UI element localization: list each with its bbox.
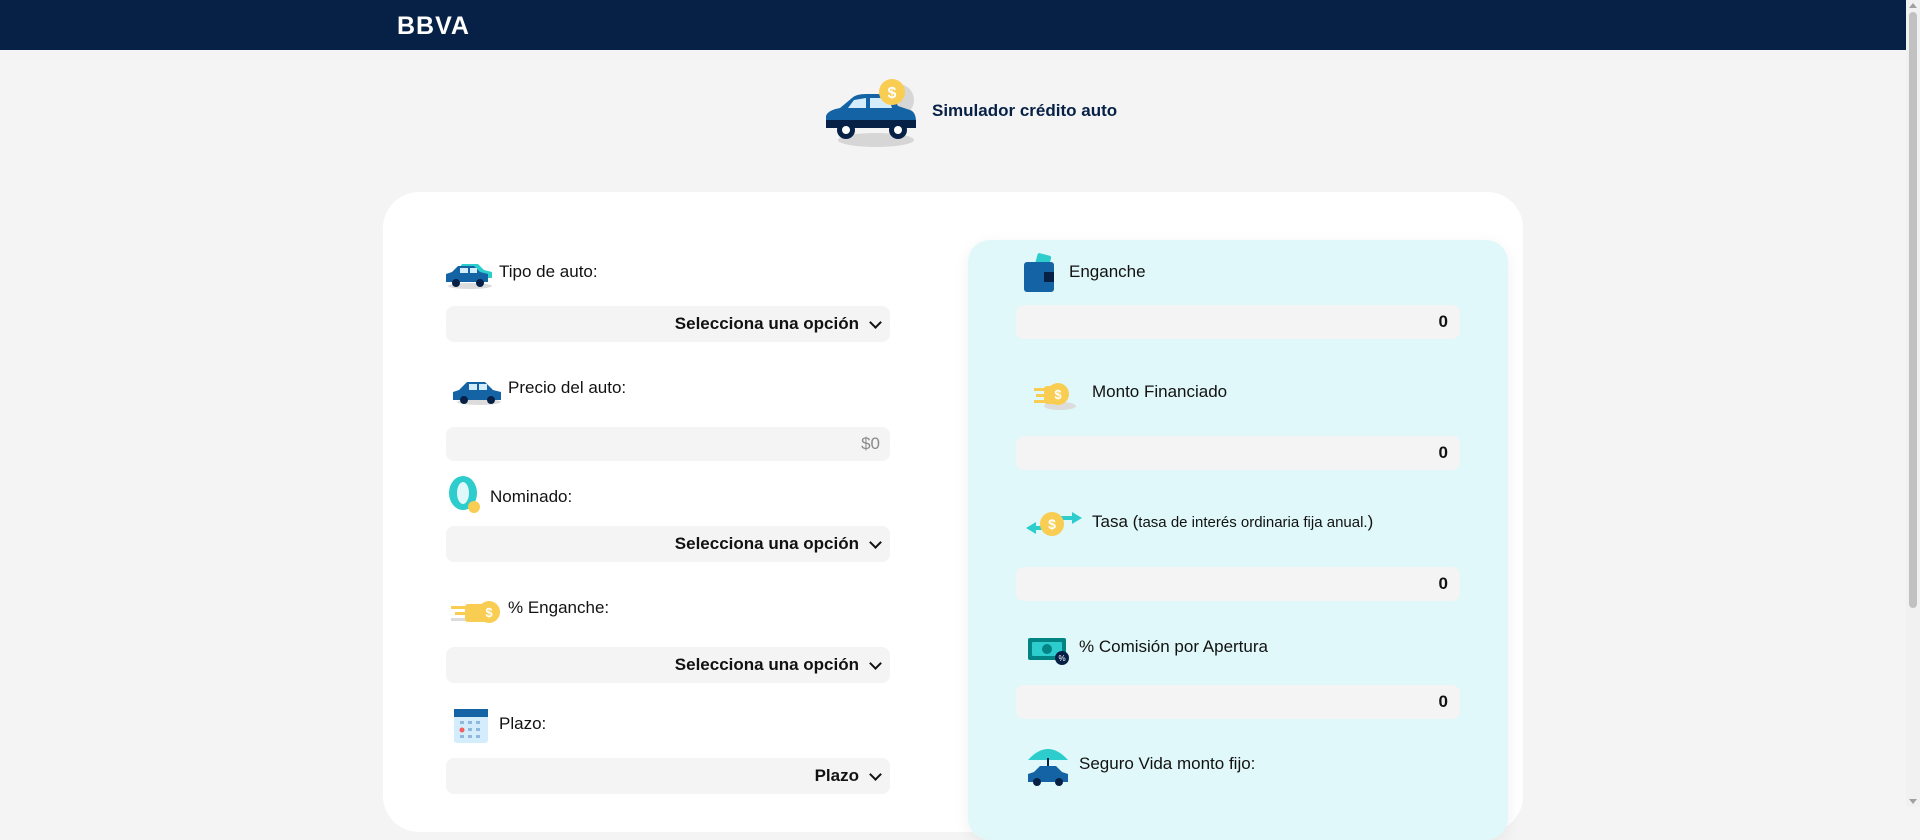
scroll-up-arrow-icon[interactable]: [1909, 3, 1917, 8]
car-with-coin-icon: $: [826, 79, 916, 147]
car-type-select[interactable]: Selecciona una opción: [446, 306, 890, 342]
down-payment-result-label: Enganche: [1069, 262, 1146, 281]
svg-text:$: $: [1048, 516, 1056, 532]
down-payment-result-field: 0: [1016, 305, 1460, 339]
calendar-icon: [454, 709, 488, 743]
interest-rate-value: 0: [1438, 574, 1448, 593]
down-payment-percent-select-value: Selecciona una opción: [674, 655, 859, 674]
financed-amount-value: 0: [1438, 443, 1448, 462]
car-price-icon: [453, 382, 501, 405]
car-price-label: Precio del auto:: [508, 378, 627, 397]
top-navigation-bar: BBVA: [0, 0, 1906, 50]
life-insurance-label: Seguro Vida monto fijo:: [1079, 754, 1256, 773]
opening-commission-label: % Comisión por Apertura: [1079, 637, 1268, 656]
car-type-select-value: Selecciona una opción: [674, 314, 859, 333]
term-select[interactable]: Plazo: [446, 758, 890, 794]
nominated-label: Nominado:: [490, 487, 573, 506]
chevron-down-icon: [869, 767, 882, 781]
svg-text:%: %: [1058, 654, 1065, 663]
term-select-value: Plazo: [814, 766, 859, 785]
car-price-input-placeholder: $0: [861, 434, 880, 453]
wallet-icon: [1024, 253, 1054, 292]
svg-text:$: $: [1054, 387, 1062, 402]
car-price-input[interactable]: $0: [446, 427, 890, 461]
interest-rate-label-main: Tasa (: [1092, 512, 1139, 531]
car-type-label: Tipo de auto:: [499, 262, 598, 281]
interest-rate-label: Tasa (tasa de interés ordinaria fija anu…: [1092, 512, 1373, 532]
chevron-down-icon: [869, 656, 882, 670]
chevron-down-icon: [869, 535, 882, 549]
scrollbar-thumb[interactable]: [1909, 12, 1917, 608]
down-payment-result-value: 0: [1438, 312, 1448, 331]
term-label: Plazo:: [499, 714, 547, 733]
svg-text:$: $: [888, 85, 897, 102]
opening-commission-value: 0: [1438, 692, 1448, 711]
nominated-select-value: Selecciona una opción: [674, 534, 859, 553]
scroll-down-arrow-icon[interactable]: [1909, 799, 1917, 804]
life-insurance-umbrella-car-icon: [1028, 749, 1068, 786]
svg-text:$: $: [485, 605, 493, 620]
interest-rate-field: 0: [1016, 567, 1460, 601]
car-type-icon: [446, 264, 492, 289]
financed-amount-coins-icon: $: [1034, 383, 1076, 410]
interest-rate-label-detail: tasa de interés ordinaria fija anual.: [1138, 514, 1368, 531]
down-payment-percent-select[interactable]: Selecciona una opción: [446, 647, 890, 683]
page-title: Simulador crédito auto: [932, 101, 1118, 120]
opening-commission-money-icon: %: [1028, 638, 1069, 665]
nominated-payroll-icon: [449, 476, 480, 513]
financed-amount-field: 0: [1016, 436, 1460, 470]
interest-rate-label-close: ): [1367, 512, 1374, 531]
financed-amount-label: Monto Financiado: [1092, 382, 1228, 401]
opening-commission-field: 0: [1016, 685, 1460, 719]
down-payment-coins-icon: $: [451, 601, 500, 623]
nominated-select[interactable]: Selecciona una opción: [446, 526, 890, 562]
page-scrollbar[interactable]: [1906, 0, 1920, 807]
chevron-down-icon: [869, 315, 882, 329]
interest-rate-exchange-icon: $: [1026, 512, 1082, 536]
down-payment-percent-label: % Enganche:: [508, 598, 610, 617]
bbva-logo[interactable]: BBVA: [397, 12, 470, 41]
